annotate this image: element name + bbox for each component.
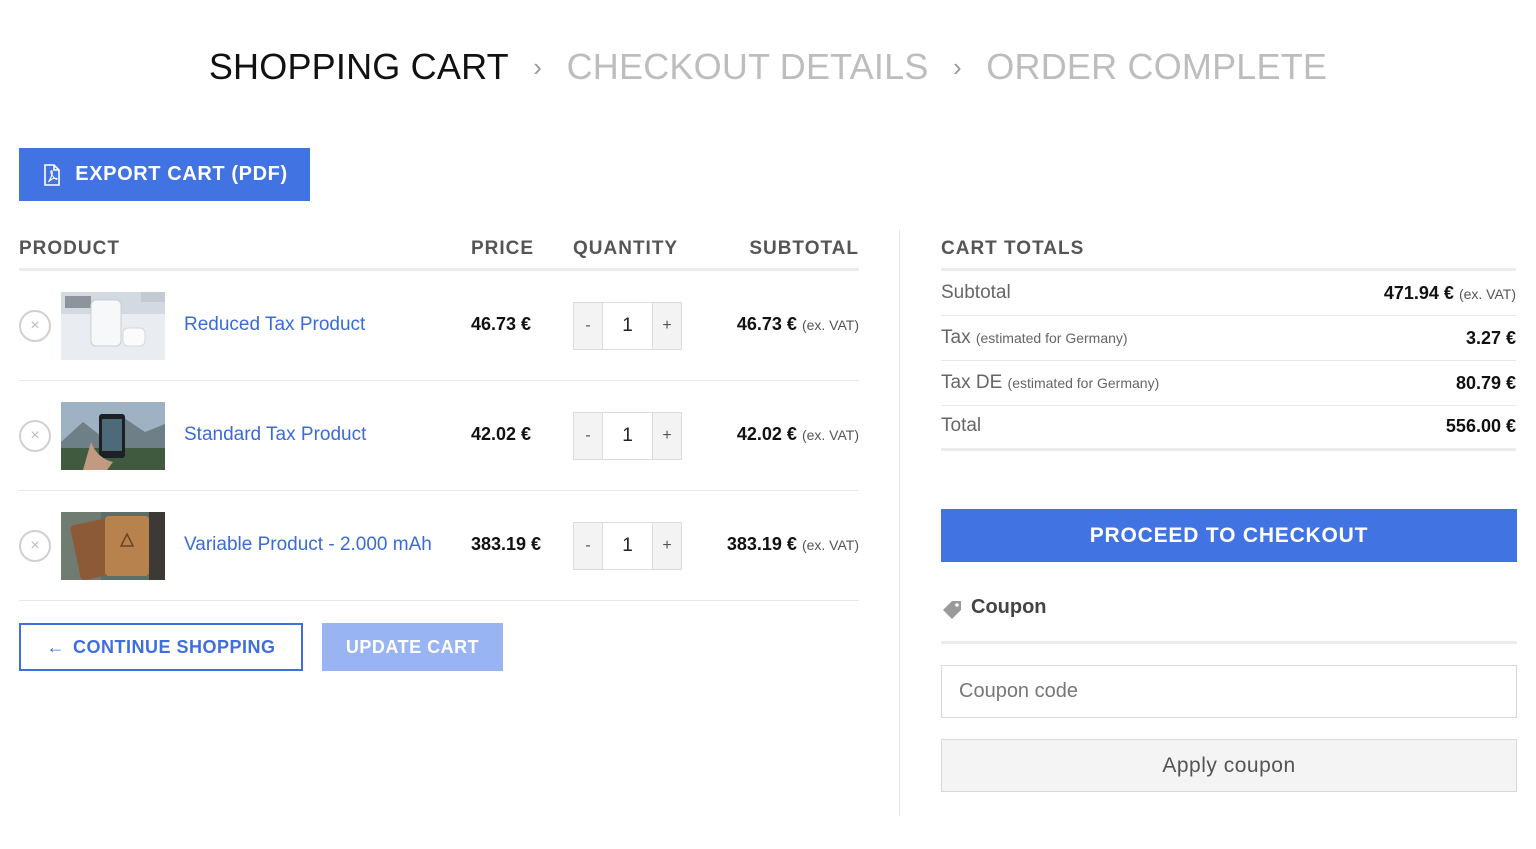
remove-item-button[interactable]: × [19, 530, 51, 562]
item-subtotal: 46.73 € (ex. VAT) [737, 314, 859, 335]
decrease-quantity-button[interactable]: - [574, 413, 602, 459]
coupon-heading: Coupon [941, 596, 1517, 644]
step-order-complete[interactable]: ORDER COMPLETE [986, 46, 1327, 87]
quantity-input[interactable]: 1 [602, 413, 653, 459]
increase-quantity-button[interactable]: + [653, 523, 681, 569]
arrow-left-icon: ← [46, 636, 65, 657]
product-price: 42.02 € [471, 424, 532, 444]
cart-item-row: × Variable Product - 2.000 mAh 383.19 € … [19, 491, 859, 601]
tax-label-group: Tax (estimated for Germany) [941, 327, 1128, 349]
vat-note: (ex. VAT) [801, 537, 859, 553]
item-subtotal-value: 42.02 € [736, 424, 797, 444]
remove-item-button[interactable]: × [19, 310, 51, 342]
quantity-stepper: - 1 + [573, 302, 682, 350]
coupon-heading-label: Coupon [971, 596, 1047, 618]
cart-totals-panel: CART TOTALS Subtotal 471.94 € (ex. VAT) … [941, 230, 1516, 451]
apply-coupon-button[interactable]: Apply coupon [941, 739, 1517, 792]
continue-shopping-label: CONTINUE SHOPPING [72, 636, 276, 657]
step-checkout-details[interactable]: CHECKOUT DETAILS [567, 46, 929, 87]
item-subtotal-value: 383.19 € [726, 534, 797, 554]
close-icon: × [30, 427, 40, 444]
totals-row-tax-de: Tax DE (estimated for Germany) 80.79 € [941, 361, 1516, 406]
total-label: Total [941, 415, 982, 436]
product-price: 383.19 € [471, 534, 542, 554]
cart-item-row: × Reduced Tax Product 46.73 € - 1 + 46.7… [19, 271, 859, 381]
total-value: 556.00 € [1445, 416, 1516, 436]
remove-item-button[interactable]: × [19, 420, 51, 452]
header-product: PRODUCT [19, 238, 120, 259]
tax-de-label-group: Tax DE (estimated for Germany) [941, 372, 1159, 394]
item-subtotal-value: 46.73 € [736, 314, 797, 334]
totals-row-subtotal: Subtotal 471.94 € (ex. VAT) [941, 271, 1516, 316]
cart-table: PRODUCT PRICE QUANTITY SUBTOTAL × Reduce… [19, 230, 859, 601]
close-icon: × [30, 317, 40, 334]
tax-value: 3.27 € [1465, 328, 1516, 348]
tax-estimate-note: (estimated for Germany) [975, 330, 1128, 346]
proceed-to-checkout-button[interactable]: PROCEED TO CHECKOUT [941, 509, 1517, 562]
checkout-steps-breadcrumb: SHOPPING CART › CHECKOUT DETAILS › ORDER… [0, 46, 1536, 88]
cart-item-row: × Standard Tax Product 42.02 € - 1 + 42.… [19, 381, 859, 491]
product-thumbnail[interactable] [61, 402, 165, 470]
totals-row-total: Total 556.00 € [941, 406, 1516, 451]
chevron-right-icon: › [952, 51, 962, 82]
continue-shopping-button[interactable]: ← CONTINUE SHOPPING [19, 623, 303, 671]
cart-table-header: PRODUCT PRICE QUANTITY SUBTOTAL [19, 230, 859, 271]
export-cart-pdf-button[interactable]: EXPORT CART (PDF) [19, 148, 310, 201]
product-name-link[interactable]: Standard Tax Product [184, 424, 366, 446]
subtotal-amount: 471.94 € (ex. VAT) [1384, 283, 1516, 304]
quantity-input[interactable]: 1 [602, 303, 653, 349]
coupon-code-input[interactable] [941, 665, 1517, 718]
item-subtotal: 383.19 € (ex. VAT) [727, 534, 859, 555]
vat-note: (ex. VAT) [801, 427, 859, 443]
tax-de-value: 80.79 € [1455, 373, 1516, 393]
tag-icon [943, 601, 961, 619]
tax-label: Tax [941, 327, 971, 348]
column-divider [899, 230, 900, 815]
step-shopping-cart[interactable]: SHOPPING CART [209, 46, 509, 87]
tax-de-estimate-note: (estimated for Germany) [1007, 375, 1160, 391]
cart-totals-title: CART TOTALS [941, 230, 1516, 271]
subtotal-value: 471.94 € [1383, 283, 1454, 303]
chevron-right-icon: › [533, 51, 543, 82]
subtotal-label: Subtotal [941, 282, 1011, 303]
item-subtotal: 42.02 € (ex. VAT) [737, 424, 859, 445]
product-thumbnail[interactable] [61, 292, 165, 360]
totals-row-tax: Tax (estimated for Germany) 3.27 € [941, 316, 1516, 361]
header-quantity: QUANTITY [573, 238, 679, 259]
update-cart-button[interactable]: UPDATE CART [322, 623, 503, 671]
product-name-link[interactable]: Variable Product - 2.000 mAh [184, 534, 432, 556]
product-thumbnail[interactable] [61, 512, 165, 580]
quantity-stepper: - 1 + [573, 412, 682, 460]
decrease-quantity-button[interactable]: - [574, 303, 602, 349]
pdf-file-icon [44, 163, 61, 186]
increase-quantity-button[interactable]: + [653, 413, 681, 459]
vat-note: (ex. VAT) [801, 317, 859, 333]
product-price: 46.73 € [471, 314, 532, 334]
subtotal-vat-note: (ex. VAT) [1458, 286, 1516, 302]
quantity-stepper: - 1 + [573, 522, 682, 570]
header-price: PRICE [471, 238, 535, 259]
export-cart-label: EXPORT CART (PDF) [75, 163, 288, 185]
quantity-input[interactable]: 1 [602, 523, 653, 569]
decrease-quantity-button[interactable]: - [574, 523, 602, 569]
tax-de-label: Tax DE [941, 372, 1003, 393]
product-name-link[interactable]: Reduced Tax Product [184, 314, 365, 336]
close-icon: × [30, 537, 40, 554]
increase-quantity-button[interactable]: + [653, 303, 681, 349]
header-subtotal: SUBTOTAL [749, 238, 859, 259]
